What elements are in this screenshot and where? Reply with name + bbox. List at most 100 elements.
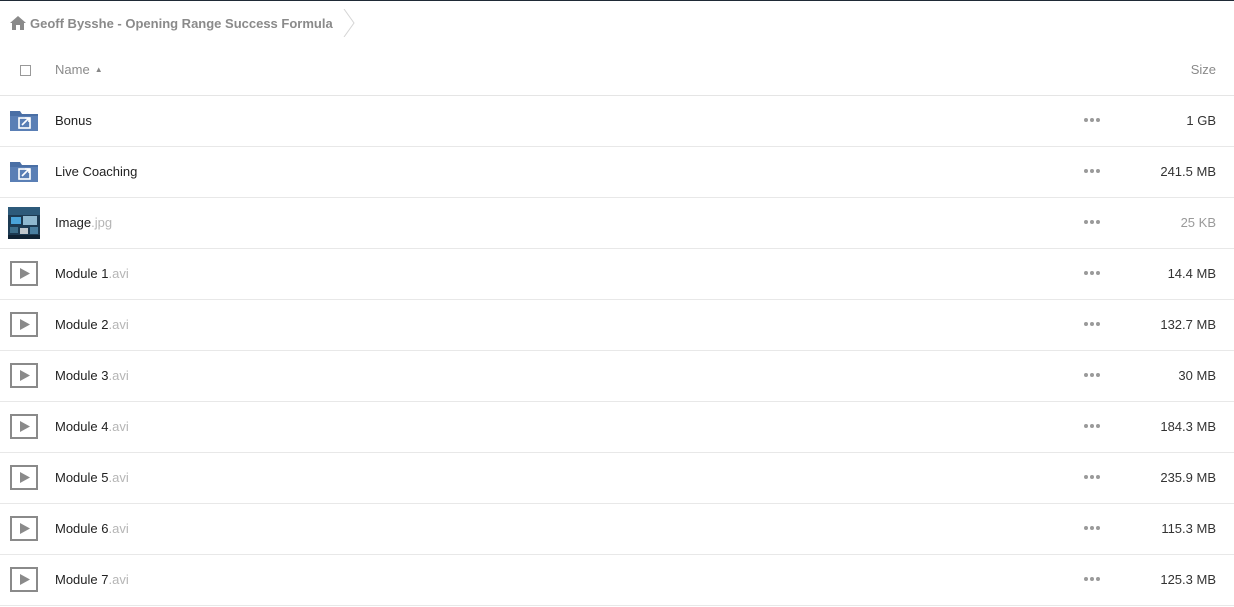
more-options-dot xyxy=(1084,118,1088,122)
file-name[interactable]: Bonus xyxy=(55,113,92,128)
more-options-dot xyxy=(1090,373,1094,377)
more-options-dot xyxy=(1096,526,1100,530)
more-options-icon[interactable] xyxy=(1084,114,1100,126)
file-basename: Module 3 xyxy=(55,368,109,383)
file-list: Bonus 1 GB Live Coaching 241.5 MB Image.jpg 2… xyxy=(0,96,1234,606)
more-options-icon[interactable] xyxy=(1084,471,1100,483)
more-options-dot xyxy=(1096,424,1100,428)
image-thumbnail-graphic xyxy=(8,207,40,239)
breadcrumb-separator-icon xyxy=(343,9,355,37)
video-play-icon-graphic xyxy=(10,465,38,490)
file-extension: .avi xyxy=(108,572,129,587)
more-options-dot xyxy=(1090,424,1094,428)
select-all-checkbox[interactable] xyxy=(20,65,31,76)
file-row[interactable]: Module 6.avi 115.3 MB xyxy=(0,504,1234,555)
more-options-dot xyxy=(1084,475,1088,479)
file-row[interactable]: Image.jpg 25 KB xyxy=(0,198,1234,249)
file-size: 14.4 MB xyxy=(1167,266,1216,281)
file-row[interactable]: Live Coaching 241.5 MB xyxy=(0,147,1234,198)
file-name[interactable]: Module 7.avi xyxy=(55,572,129,587)
more-options-icon[interactable] xyxy=(1084,165,1100,177)
more-options-icon[interactable] xyxy=(1084,522,1100,534)
file-row[interactable]: Module 5.avi 235.9 MB xyxy=(0,453,1234,504)
more-options-dot xyxy=(1090,220,1094,224)
list-header: Name ▲ Size xyxy=(0,45,1234,96)
file-row[interactable]: Module 4.avi 184.3 MB xyxy=(0,402,1234,453)
file-name[interactable]: Image.jpg xyxy=(55,215,112,230)
more-options-dot xyxy=(1096,475,1100,479)
image-thumbnail xyxy=(8,207,40,239)
file-size: 184.3 MB xyxy=(1160,419,1216,434)
file-name[interactable]: Module 6.avi xyxy=(55,521,129,536)
more-options-dot xyxy=(1090,169,1094,173)
file-row[interactable]: Module 3.avi 30 MB xyxy=(0,351,1234,402)
video-play-icon xyxy=(8,411,40,443)
more-options-dot xyxy=(1090,577,1094,581)
video-play-icon xyxy=(8,258,40,290)
more-options-icon[interactable] xyxy=(1084,318,1100,330)
home-icon xyxy=(10,16,26,30)
more-options-dot xyxy=(1084,169,1088,173)
video-play-icon-graphic xyxy=(10,567,38,592)
file-basename: Bonus xyxy=(55,113,92,128)
file-extension: .avi xyxy=(108,470,129,485)
file-extension: .avi xyxy=(108,317,129,332)
column-header-name[interactable]: Name ▲ xyxy=(55,62,103,77)
more-options-icon[interactable] xyxy=(1084,267,1100,279)
file-name[interactable]: Module 2.avi xyxy=(55,317,129,332)
file-size: 1 GB xyxy=(1186,113,1216,128)
file-row[interactable]: Bonus 1 GB xyxy=(0,96,1234,147)
more-options-icon[interactable] xyxy=(1084,573,1100,585)
shared-folder-icon xyxy=(8,156,40,188)
breadcrumb-label: Geoff Bysshe - Opening Range Success For… xyxy=(30,15,333,31)
file-name[interactable]: Module 4.avi xyxy=(55,419,129,434)
file-size: 125.3 MB xyxy=(1160,572,1216,587)
file-name[interactable]: Module 1.avi xyxy=(55,266,129,281)
file-basename: Module 5 xyxy=(55,470,109,485)
file-size: 235.9 MB xyxy=(1160,470,1216,485)
file-row[interactable]: Module 2.avi 132.7 MB xyxy=(0,300,1234,351)
file-basename: Image xyxy=(55,215,92,230)
more-options-icon[interactable] xyxy=(1084,216,1100,228)
file-row[interactable]: Module 1.avi 14.4 MB xyxy=(0,249,1234,300)
more-options-dot xyxy=(1084,322,1088,326)
file-size: 241.5 MB xyxy=(1160,164,1216,179)
column-header-size[interactable]: Size xyxy=(1191,62,1216,77)
video-play-icon-graphic xyxy=(10,261,38,286)
more-options-dot xyxy=(1096,322,1100,326)
more-options-dot xyxy=(1084,271,1088,275)
breadcrumb: Geoff Bysshe - Opening Range Success For… xyxy=(0,1,1234,45)
more-options-dot xyxy=(1090,475,1094,479)
more-options-dot xyxy=(1090,271,1094,275)
more-options-dot xyxy=(1090,118,1094,122)
file-basename: Module 2 xyxy=(55,317,109,332)
more-options-dot xyxy=(1084,577,1088,581)
file-row[interactable]: Module 7.avi 125.3 MB xyxy=(0,555,1234,606)
file-size: 132.7 MB xyxy=(1160,317,1216,332)
more-options-dot xyxy=(1090,526,1094,530)
more-options-dot xyxy=(1096,169,1100,173)
shared-folder-icon-graphic xyxy=(10,162,38,182)
column-name-label: Name xyxy=(55,62,90,77)
file-name[interactable]: Live Coaching xyxy=(55,164,137,179)
file-name[interactable]: Module 5.avi xyxy=(55,470,129,485)
video-play-icon xyxy=(8,309,40,341)
video-play-icon-graphic xyxy=(10,312,38,337)
more-options-dot xyxy=(1096,220,1100,224)
more-options-icon[interactable] xyxy=(1084,369,1100,381)
file-basename: Module 6 xyxy=(55,521,109,536)
breadcrumb-item-root[interactable]: Geoff Bysshe - Opening Range Success For… xyxy=(0,1,355,45)
shared-folder-icon-graphic xyxy=(10,111,38,131)
video-play-icon-graphic xyxy=(10,363,38,388)
file-size: 115.3 MB xyxy=(1161,521,1216,536)
video-play-icon xyxy=(8,462,40,494)
file-extension: .jpg xyxy=(91,215,113,230)
file-name[interactable]: Module 3.avi xyxy=(55,368,129,383)
more-options-dot xyxy=(1096,373,1100,377)
more-options-dot xyxy=(1090,322,1094,326)
more-options-icon[interactable] xyxy=(1084,420,1100,432)
file-basename: Live Coaching xyxy=(55,164,138,179)
video-play-icon-graphic xyxy=(10,516,38,541)
more-options-dot xyxy=(1096,118,1100,122)
file-basename: Module 7 xyxy=(55,572,109,587)
